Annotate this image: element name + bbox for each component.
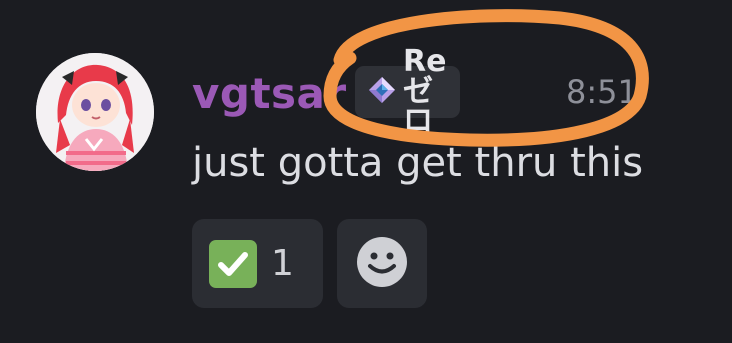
clan-tag-label: Reゼロ xyxy=(403,44,447,139)
add-reaction-button[interactable] xyxy=(337,219,427,308)
reaction-check-mark[interactable]: 1 xyxy=(192,219,323,308)
chat-message: vgtsar Reゼロ 8:51 just gotta get thru thi… xyxy=(0,0,732,343)
message-timestamp: 8:51 xyxy=(566,76,636,108)
message-content: just gotta get thru this xyxy=(192,140,644,186)
username[interactable]: vgtsar xyxy=(192,73,347,115)
clan-tag-badge[interactable]: Reゼロ xyxy=(355,47,461,137)
smiley-icon xyxy=(355,235,409,293)
diamond-icon xyxy=(367,75,397,109)
message-header: vgtsar Reゼロ 8:51 xyxy=(192,47,636,137)
reaction-bar: 1 xyxy=(192,219,427,308)
check-mark-button-icon xyxy=(209,239,257,288)
reaction-count: 1 xyxy=(271,242,294,284)
avatar[interactable] xyxy=(36,53,154,171)
